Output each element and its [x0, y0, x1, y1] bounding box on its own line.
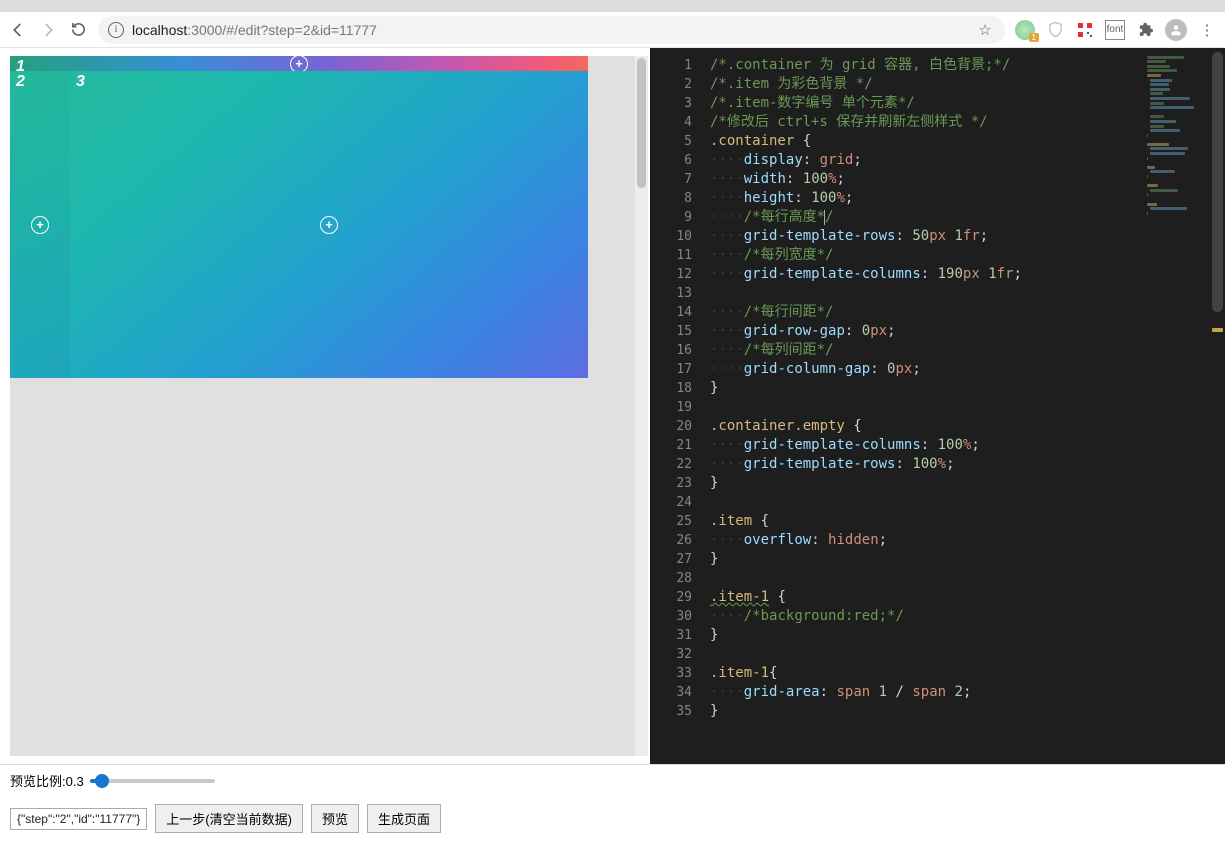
add-icon[interactable]: +	[31, 216, 49, 234]
preview-pane: 1 + 2 + 3 +	[0, 48, 650, 764]
grid-cell-1[interactable]: 1 +	[10, 56, 588, 71]
extensions-puzzle-icon[interactable]	[1135, 20, 1155, 40]
code-content[interactable]: /*.container 为 grid 容器, 白色背景;*//*.item 为…	[702, 48, 1145, 764]
grid-cell-2[interactable]: 2 +	[10, 71, 70, 378]
nav-back-icon[interactable]	[8, 20, 28, 40]
code-editor[interactable]: 1234567891011121314151617181920212223242…	[650, 48, 1225, 764]
cell-number: 3	[76, 73, 85, 91]
preview-button[interactable]: 预览	[311, 804, 359, 833]
browser-tabstrip	[0, 0, 1225, 12]
editor-scrollbar[interactable]	[1210, 48, 1225, 764]
app-root: 1 + 2 + 3 +	[0, 48, 1225, 843]
kebab-menu-icon[interactable]: ⋮	[1197, 20, 1217, 40]
grid-cell-3[interactable]: 3 +	[70, 71, 588, 378]
line-number-gutter: 1234567891011121314151617181920212223242…	[650, 48, 702, 764]
extension-icon[interactable]	[1015, 20, 1035, 40]
shield-icon[interactable]	[1045, 20, 1065, 40]
bookmark-star-icon[interactable]: ☆	[975, 20, 995, 40]
minimap[interactable]	[1147, 54, 1207, 244]
url-text: localhost:3000/#/edit?step=2&id=11777	[132, 22, 377, 38]
footer-bar: 预览比例:0.3 {"step":"2","id":"11777"} 上一步(清…	[0, 764, 1225, 843]
profile-avatar-icon[interactable]	[1165, 19, 1187, 41]
preview-canvas-scroll[interactable]: 1 + 2 + 3 +	[10, 56, 648, 756]
qr-icon[interactable]	[1075, 20, 1095, 40]
add-icon[interactable]: +	[320, 216, 338, 234]
preview-scrollbar[interactable]	[635, 56, 648, 756]
zoom-slider[interactable]	[90, 779, 215, 783]
nav-forward-icon[interactable]	[38, 20, 58, 40]
address-bar[interactable]: i localhost:3000/#/edit?step=2&id=11777 …	[98, 16, 1005, 44]
font-extension-icon[interactable]: font	[1105, 20, 1125, 40]
browser-toolbar: i localhost:3000/#/edit?step=2&id=11777 …	[0, 12, 1225, 48]
grid-preview: 1 + 2 + 3 +	[10, 56, 588, 378]
generate-page-button[interactable]: 生成页面	[367, 804, 441, 833]
prev-step-button[interactable]: 上一步(清空当前数据)	[155, 804, 303, 833]
nav-reload-icon[interactable]	[68, 20, 88, 40]
site-info-icon[interactable]: i	[108, 22, 124, 38]
zoom-label: 预览比例:0.3	[10, 771, 84, 790]
cell-number: 2	[16, 73, 25, 91]
state-json-display: {"step":"2","id":"11777"}	[10, 808, 147, 830]
workspace: 1 + 2 + 3 +	[0, 48, 1225, 764]
